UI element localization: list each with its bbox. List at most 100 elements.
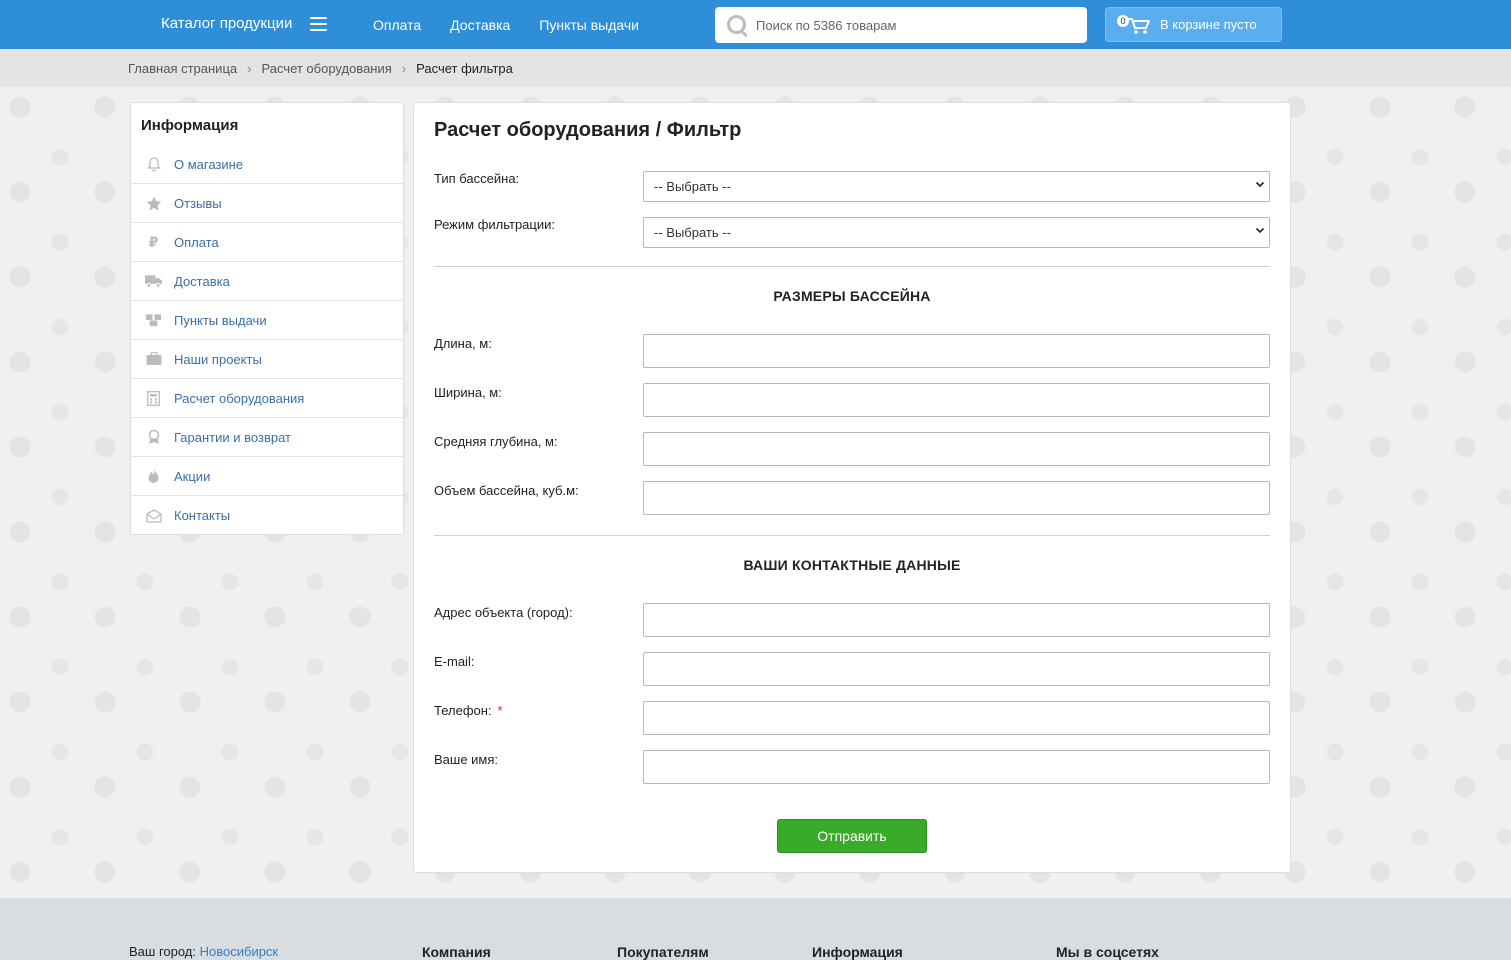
breadcrumb-separator: ›: [401, 61, 407, 76]
address-input[interactable]: [643, 603, 1270, 637]
section-title-sizes: РАЗМЕРЫ БАССЕЙНА: [773, 288, 931, 304]
phone-row: Телефон: *: [434, 701, 1270, 735]
sidebar-item-promotions[interactable]: Акции: [131, 457, 403, 496]
ruble-icon: ₽: [148, 233, 159, 250]
filter-mode-label: Режим фильтрации:: [434, 217, 555, 232]
length-row: Длина, м:: [434, 334, 1270, 368]
divider: [434, 535, 1270, 536]
phone-field[interactable]: [643, 701, 1270, 735]
cart-button[interactable]: 0 В корзине пусто: [1105, 7, 1282, 42]
footer-col-buyers: Покупателям: [617, 944, 709, 960]
search-icon[interactable]: [725, 13, 749, 37]
city-label: Ваш город:: [129, 944, 196, 959]
volume-row: Объем бассейна, куб.м:: [434, 481, 1270, 515]
width-label: Ширина, м:: [434, 385, 502, 400]
award-icon: [145, 429, 162, 446]
name-field[interactable]: [643, 750, 1270, 784]
cart-icon: [1128, 18, 1150, 34]
sidebar-item-about[interactable]: О магазине: [131, 145, 403, 184]
sidebar-item-warranty[interactable]: Гарантии и возврат: [131, 418, 403, 457]
briefcase-icon: [145, 351, 162, 368]
width-row: Ширина, м:: [434, 383, 1270, 417]
name-row: Ваше имя:: [434, 750, 1270, 784]
filter-mode-select[interactable]: -- Выбрать --: [643, 217, 1270, 248]
phone-label-text: Телефон:: [434, 703, 492, 718]
depth-row: Средняя глубина, м:: [434, 432, 1270, 466]
filter-calc-form: Расчет оборудования / Фильтр Тип бассейн…: [413, 102, 1291, 873]
nav-link-pickup[interactable]: Пункты выдачи: [539, 17, 639, 33]
sidebar-item-label: Наши проекты: [174, 351, 262, 367]
sidebar-item-delivery[interactable]: Доставка: [131, 262, 403, 301]
sidebar-item-projects[interactable]: Наши проекты: [131, 340, 403, 379]
sidebar-item-label: Оплата: [174, 234, 219, 250]
phone-label: Телефон: *: [434, 703, 503, 718]
sidebar-item-label: Доставка: [174, 273, 230, 289]
submit-button[interactable]: Отправить: [777, 819, 927, 853]
depth-label: Средняя глубина, м:: [434, 434, 558, 449]
fire-icon: [145, 468, 162, 485]
breadcrumb: Главная страница › Расчет оборудования ›…: [128, 61, 513, 76]
pool-type-select[interactable]: -- Выбрать --: [643, 171, 1270, 202]
breadcrumb-bar: Главная страница › Расчет оборудования ›…: [0, 49, 1511, 87]
divider: [434, 266, 1270, 267]
breadcrumb-current: Расчет фильтра: [416, 61, 513, 76]
catalog-label: Каталог продукции: [161, 15, 293, 32]
filter-mode-row: Режим фильтрации: -- Выбрать --: [434, 217, 1270, 251]
footer-col-company: Компания: [422, 944, 491, 960]
address-label: Адрес объекта (город):: [434, 605, 573, 620]
sidebar-item-label: О магазине: [174, 156, 244, 172]
email-field[interactable]: [643, 652, 1270, 686]
footer-city: Ваш город: Новосибирск: [129, 944, 278, 959]
pool-type-label: Тип бассейна:: [434, 171, 520, 186]
city-link[interactable]: Новосибирск: [200, 944, 279, 959]
star-icon: [145, 195, 162, 212]
sidebar-item-label: Гарантии и возврат: [174, 429, 291, 445]
top-header: Каталог продукции Оплата Доставка Пункты…: [0, 0, 1511, 49]
sidebar-item-calculator[interactable]: Расчет оборудования: [131, 379, 403, 418]
calculator-icon: [145, 390, 162, 407]
volume-input[interactable]: [643, 481, 1270, 515]
length-input[interactable]: [643, 334, 1270, 368]
sidebar-title: Информация: [141, 117, 239, 134]
nav-link-delivery[interactable]: Доставка: [450, 17, 510, 33]
sidebar-list: О магазине Отзывы ₽ Оплата Доставка Пунк…: [131, 145, 403, 535]
info-sidebar: Информация О магазине Отзывы ₽ Оплата До…: [130, 102, 404, 535]
search-input[interactable]: [756, 17, 1056, 33]
sidebar-item-contacts[interactable]: Контакты: [131, 496, 403, 535]
sidebar-item-reviews[interactable]: Отзывы: [131, 184, 403, 223]
hamburger-icon: [310, 16, 328, 31]
sidebar-item-label: Расчет оборудования: [174, 390, 305, 406]
breadcrumb-equipment[interactable]: Расчет оборудования: [261, 61, 391, 76]
width-input[interactable]: [643, 383, 1270, 417]
cart-label: В корзине пусто: [1160, 17, 1257, 32]
breadcrumb-home[interactable]: Главная страница: [128, 61, 237, 76]
required-mark: *: [497, 703, 503, 718]
depth-input[interactable]: [643, 432, 1270, 466]
sidebar-item-payment[interactable]: ₽ Оплата: [131, 223, 403, 262]
envelope-icon: [145, 507, 162, 524]
boxes-icon: [145, 312, 162, 329]
footer-col-social: Мы в соцсетях: [1056, 944, 1159, 960]
nav-link-payment[interactable]: Оплата: [373, 17, 421, 33]
pool-type-row: Тип бассейна: -- Выбрать --: [434, 171, 1270, 205]
email-row: E-mail:: [434, 652, 1270, 686]
footer: Ваш город: Новосибирск Компания Покупате…: [0, 898, 1511, 960]
sidebar-item-label: Акции: [174, 468, 211, 484]
sidebar-item-pickup[interactable]: Пункты выдачи: [131, 301, 403, 340]
name-label: Ваше имя:: [434, 752, 499, 767]
volume-label: Объем бассейна, куб.м:: [434, 483, 579, 498]
sidebar-item-label: Пункты выдачи: [174, 312, 267, 328]
page-title: Расчет оборудования / Фильтр: [434, 119, 742, 141]
truck-icon: [145, 273, 162, 290]
catalog-menu-button[interactable]: Каталог продукции: [161, 15, 328, 32]
email-label: E-mail:: [434, 654, 475, 669]
sidebar-item-label: Контакты: [174, 508, 231, 523]
breadcrumb-separator: ›: [247, 61, 252, 76]
search-box: [715, 7, 1087, 43]
bell-icon: [145, 156, 162, 173]
top-nav: Оплата Доставка Пункты выдачи: [373, 17, 639, 33]
address-row: Адрес объекта (город):: [434, 603, 1270, 637]
length-label: Длина, м:: [434, 336, 492, 351]
footer-col-info: Информация: [812, 944, 903, 960]
section-title-contacts: ВАШИ КОНТАКТНЫЕ ДАННЫЕ: [743, 557, 961, 573]
